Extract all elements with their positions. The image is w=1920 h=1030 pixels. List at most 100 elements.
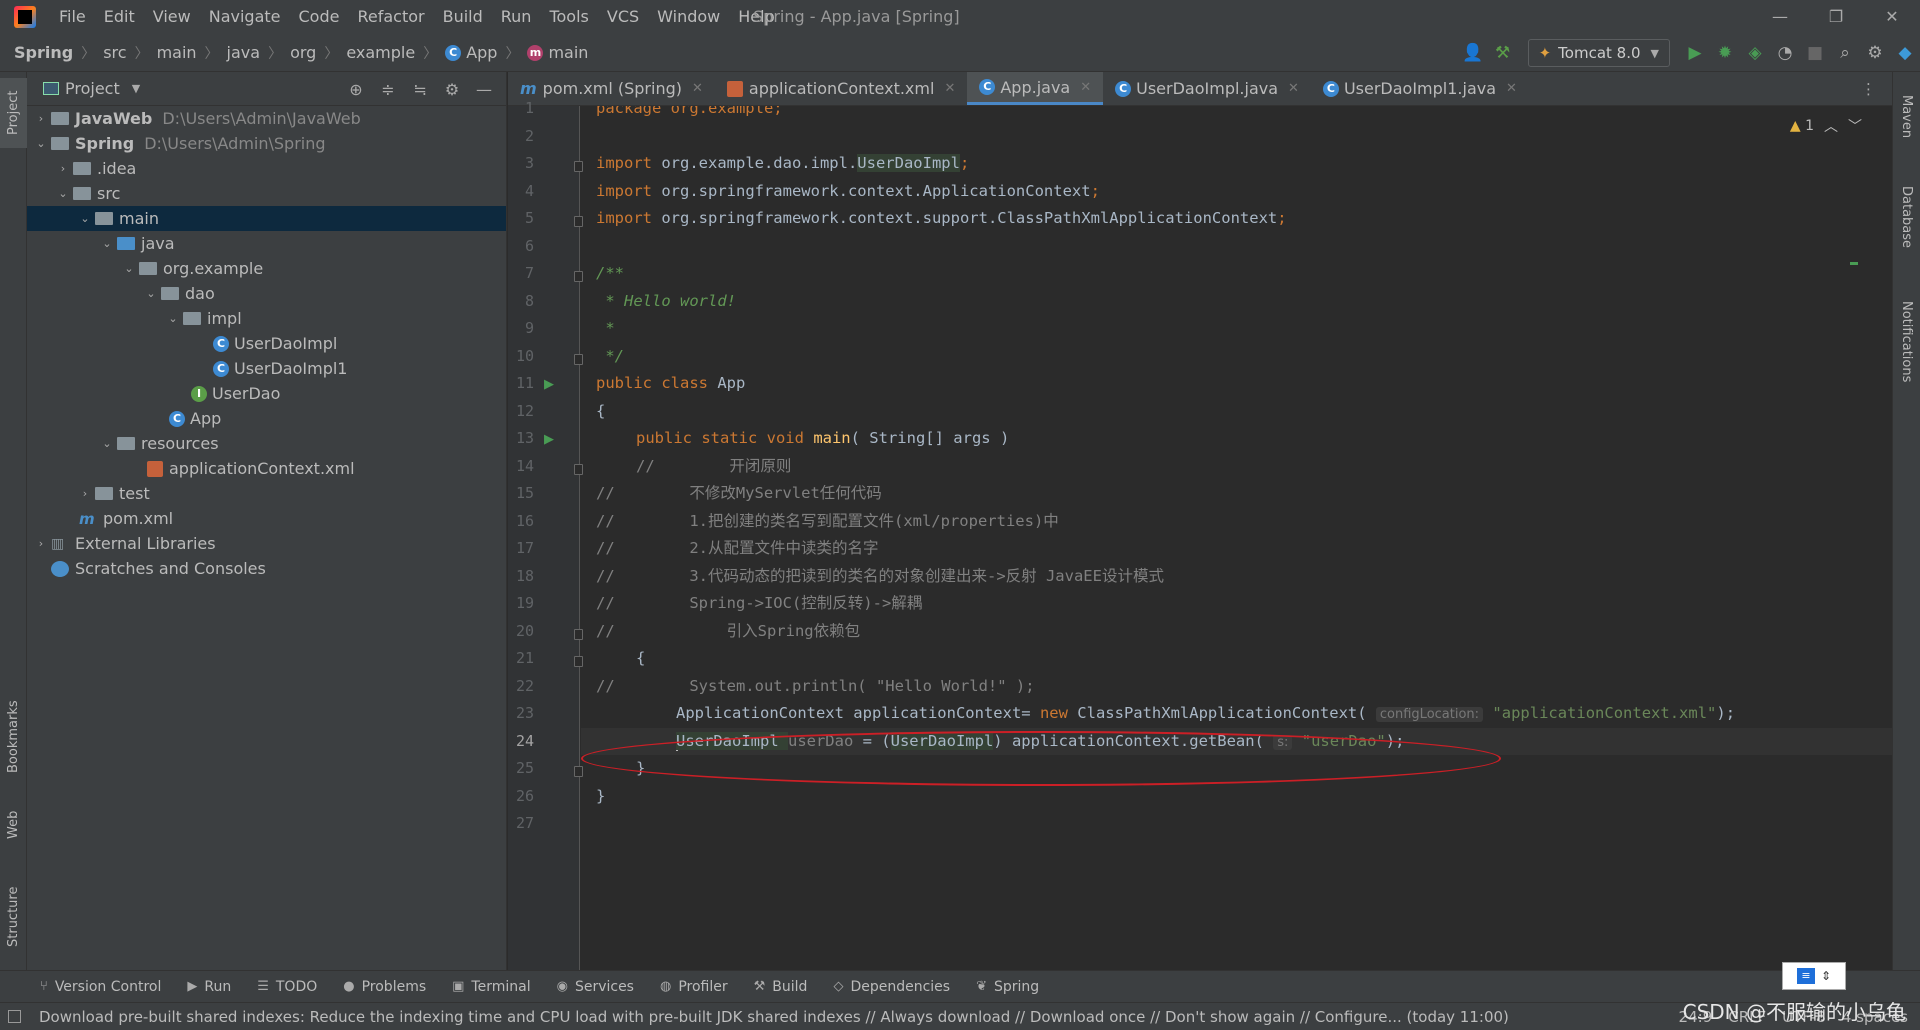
chevron-down-icon[interactable]: ⌄ <box>141 287 161 300</box>
tree-item-javaweb[interactable]: › JavaWeb D:\Users\Admin\JavaWeb <box>27 106 506 131</box>
menu-run[interactable]: Run <box>492 0 541 34</box>
tree-item-idea[interactable]: › .idea <box>27 156 506 181</box>
expand-all-icon[interactable]: ≑ <box>372 80 404 99</box>
tab-pom-xml[interactable]: m pom.xml (Spring) ✕ <box>508 72 715 105</box>
tool-tab-maven[interactable]: Maven <box>1893 82 1920 152</box>
tool-tab-project[interactable]: Project <box>0 78 27 148</box>
menu-tools[interactable]: Tools <box>540 0 597 34</box>
menu-edit[interactable]: Edit <box>95 0 144 34</box>
tool-tab-build[interactable]: ⚒ Build <box>754 979 808 995</box>
coverage-icon[interactable]: ◈ <box>1740 43 1770 63</box>
tab-userdaoimpl-java[interactable]: C UserDaoImpl.java ✕ <box>1103 72 1311 105</box>
status-message[interactable]: Download pre-built shared indexes: Reduc… <box>39 1008 1509 1026</box>
chevron-down-icon[interactable]: ⌄ <box>97 437 117 450</box>
tree-item-userdao[interactable]: I UserDao <box>27 381 506 406</box>
tab-app-java[interactable]: C App.java ✕ <box>967 72 1104 105</box>
tool-tab-version-control[interactable]: ⑂ Version Control <box>40 979 161 995</box>
tree-item-impl[interactable]: ⌄ impl <box>27 306 506 331</box>
tool-tab-web[interactable]: Web <box>0 800 27 850</box>
tab-userdaoimpl1-java[interactable]: C UserDaoImpl1.java ✕ <box>1311 72 1529 105</box>
tree-item-resources[interactable]: ⌄ resources <box>27 431 506 456</box>
restore-icon[interactable]: ❐ <box>1808 0 1864 34</box>
crumb-method-main[interactable]: m main <box>527 43 588 62</box>
crumb-main[interactable]: main <box>157 43 197 62</box>
ime-indicator[interactable]: ≡ ⇕ <box>1782 962 1846 990</box>
crumb-project[interactable]: Spring <box>14 43 73 62</box>
close-icon[interactable]: ✕ <box>692 81 703 96</box>
menu-window[interactable]: Window <box>648 0 729 34</box>
menu-refactor[interactable]: Refactor <box>348 0 433 34</box>
close-icon[interactable]: ✕ <box>1288 81 1299 96</box>
debug-icon[interactable]: ✹ <box>1710 43 1740 63</box>
chevron-down-icon[interactable]: ⌄ <box>31 137 51 150</box>
tree-item-applicationcontext-xml[interactable]: applicationContext.xml <box>27 456 506 481</box>
close-icon[interactable]: ✕ <box>1080 80 1091 95</box>
close-icon[interactable]: ✕ <box>944 81 955 96</box>
tree-item-main[interactable]: ⌄ main <box>27 206 506 231</box>
tool-tab-terminal[interactable]: ▣ Terminal <box>452 979 530 995</box>
tree-item-java[interactable]: ⌄ java <box>27 231 506 256</box>
code-area[interactable]: package org.example; import org.example.… <box>581 106 1892 970</box>
tool-tab-todo[interactable]: ☰ TODO <box>257 979 317 995</box>
tree-item-external-libraries[interactable]: › ▥ External Libraries <box>27 531 506 556</box>
chevron-right-icon[interactable]: › <box>75 487 95 500</box>
tree-item-org-example[interactable]: ⌄ org.example <box>27 256 506 281</box>
run-gutter-icon[interactable]: ▶ <box>544 432 554 447</box>
gear-icon[interactable]: ⚙ <box>436 80 468 99</box>
chevron-down-icon[interactable]: ⌄ <box>119 262 139 275</box>
tree-item-app[interactable]: C App <box>27 406 506 431</box>
more-vert-icon[interactable]: ⋮ <box>1861 80 1876 98</box>
tree-item-scratches[interactable]: Scratches and Consoles <box>27 556 506 581</box>
tree-item-dao[interactable]: ⌄ dao <box>27 281 506 306</box>
chevron-down-icon[interactable]: ⌄ <box>163 312 183 325</box>
locate-icon[interactable]: ⊕ <box>340 80 372 99</box>
toggle-tool-windows-icon[interactable] <box>8 1010 21 1023</box>
crumb-org[interactable]: org <box>290 43 316 62</box>
tree-item-userdaoimpl[interactable]: C UserDaoImpl <box>27 331 506 356</box>
chevron-down-icon[interactable]: ⌄ <box>97 237 117 250</box>
tool-tab-spring[interactable]: ❦ Spring <box>976 979 1039 995</box>
collapse-all-icon[interactable]: ≒ <box>404 80 436 99</box>
tree-item-src[interactable]: ⌄ src <box>27 181 506 206</box>
menu-vcs[interactable]: VCS <box>598 0 648 34</box>
tool-tab-database[interactable]: Database <box>1893 172 1920 262</box>
crumb-example[interactable]: example <box>346 43 415 62</box>
tool-tab-bookmarks[interactable]: Bookmarks <box>0 692 27 782</box>
close-icon[interactable]: ✕ <box>1864 0 1920 34</box>
menu-navigate[interactable]: Navigate <box>200 0 290 34</box>
chevron-down-icon[interactable]: ⌄ <box>53 187 73 200</box>
crumb-app[interactable]: C App <box>445 43 497 62</box>
tool-tab-problems[interactable]: ● Problems <box>343 979 426 995</box>
run-gutter-icon[interactable]: ▶ <box>544 377 554 392</box>
tab-applicationcontext-xml[interactable]: applicationContext.xml ✕ <box>715 72 967 105</box>
hide-icon[interactable]: — <box>468 80 500 99</box>
tree-item-test[interactable]: › test <box>27 481 506 506</box>
crumb-java[interactable]: java <box>227 43 261 62</box>
menu-view[interactable]: View <box>144 0 200 34</box>
chevron-right-icon[interactable]: › <box>31 112 51 125</box>
project-view-select[interactable]: Project <box>65 79 120 98</box>
minimize-icon[interactable]: — <box>1752 0 1808 34</box>
run-config-select[interactable]: ✦ Tomcat 8.0 ▼ <box>1527 39 1670 67</box>
chevron-right-icon[interactable]: › <box>31 537 51 550</box>
build-hammer-icon[interactable]: ⚒ <box>1488 43 1518 63</box>
chevron-down-icon[interactable]: ⌄ <box>75 212 95 225</box>
close-icon[interactable]: ✕ <box>1506 81 1517 96</box>
plugin-icon[interactable]: ◆ <box>1890 43 1920 63</box>
tool-tab-notifications[interactable]: Notifications <box>1893 282 1920 402</box>
menu-build[interactable]: Build <box>434 0 492 34</box>
user-icon[interactable]: 👤 <box>1458 43 1488 63</box>
tree-item-userdaoimpl1[interactable]: C UserDaoImpl1 <box>27 356 506 381</box>
tool-tab-structure[interactable]: Structure <box>0 872 27 962</box>
gear-icon[interactable]: ⚙ <box>1860 43 1890 63</box>
search-icon[interactable]: ⌕ <box>1830 43 1860 63</box>
stop-icon[interactable]: ■ <box>1800 43 1830 63</box>
tree-item-spring[interactable]: ⌄ Spring D:\Users\Admin\Spring <box>27 131 506 156</box>
menu-code[interactable]: Code <box>290 0 349 34</box>
tree-item-pom-xml[interactable]: m pom.xml <box>27 506 506 531</box>
tool-tab-profiler[interactable]: ◍ Profiler <box>660 979 728 995</box>
chevron-down-icon[interactable]: ▼ <box>132 82 140 95</box>
profile-icon[interactable]: ◔ <box>1770 43 1800 63</box>
menu-file[interactable]: File <box>50 0 95 34</box>
tool-tab-run[interactable]: ▶ Run <box>187 979 231 995</box>
